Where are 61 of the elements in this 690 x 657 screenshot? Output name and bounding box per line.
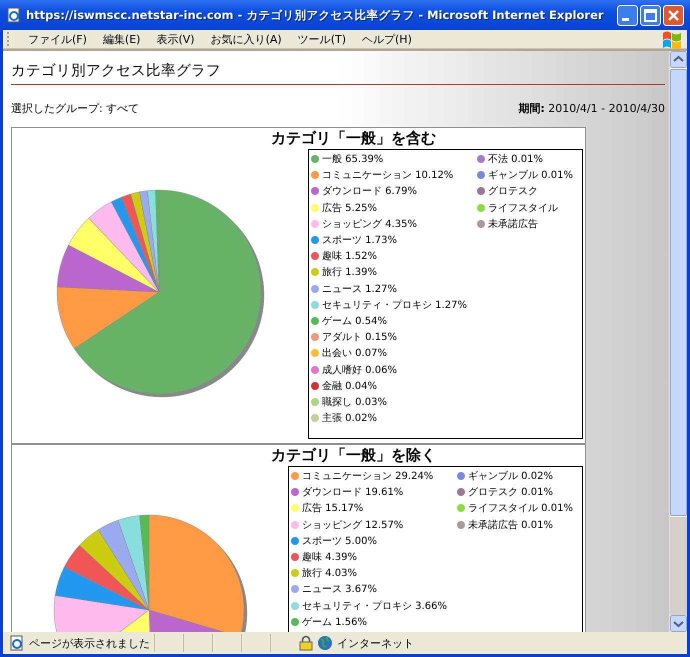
lock-icon xyxy=(299,635,313,651)
globe-icon xyxy=(317,635,333,651)
legend-label: コミュニケーション 10.12% xyxy=(322,169,454,182)
legend-label: グロテスク 0.01% xyxy=(468,486,553,500)
legend-label: 旅行 1.39% xyxy=(322,266,377,280)
legend-label: スポーツ 1.73% xyxy=(322,234,397,248)
page-heading: カテゴリ別アクセス比率グラフ xyxy=(11,62,222,79)
legend-label: ライフスタイル 0.01% xyxy=(468,502,573,516)
group-label: 選択したグループ: すべて xyxy=(11,101,140,115)
legend-label: ショッピング 4.35% xyxy=(322,218,417,231)
legend-label: 広告 15.17% xyxy=(302,502,364,516)
scrollbar[interactable] xyxy=(669,51,687,632)
close-button[interactable] xyxy=(663,4,684,26)
legend-label: ダウンロード 6.79% xyxy=(322,185,417,198)
legend-label: ニュース 1.27% xyxy=(322,282,397,296)
menu-item[interactable]: 表示(V) xyxy=(148,32,203,46)
legend-label: ニュース 3.67% xyxy=(302,583,377,596)
window-title: https://iswmscc.netstar-inc.com - カテゴリ別アクセス比率グラフ - Microsoft Internet Explorer xyxy=(26,8,605,22)
menu-item[interactable]: お気に入り(A) xyxy=(202,32,290,46)
status-text: ページが表示されました xyxy=(29,636,150,650)
legend-label: 未承諾広告 0.01% xyxy=(468,518,553,532)
legend-label: 一般 65.39% xyxy=(322,153,384,166)
maximize-button[interactable] xyxy=(640,4,661,26)
page-icon xyxy=(6,7,22,23)
legend-label: ゲーム 0.54% xyxy=(322,314,387,328)
legend-label: 成人嗜好 0.06% xyxy=(322,364,397,377)
legend-label: ゲーム 1.56% xyxy=(302,616,367,629)
legend-label: アダルト 0.15% xyxy=(322,331,397,344)
chart-title: カテゴリ「一般」を含む xyxy=(270,128,437,149)
legend-label: 広告 5.25% xyxy=(322,202,377,215)
legend-label: セキュリティ・プロキシ 3.66% xyxy=(302,600,447,613)
legend-label: ライフスタイル xyxy=(488,202,558,215)
period-label: 期間: 2010/4/1 - 2010/4/30 xyxy=(518,101,665,115)
chart-title: カテゴリ「一般」を除く xyxy=(270,445,437,466)
legend-label: スポーツ 5.00% xyxy=(302,534,377,548)
menu-item[interactable]: ファイル(F) xyxy=(20,32,95,46)
page-icon xyxy=(9,635,25,651)
legend-label: 主張 0.02% xyxy=(322,412,377,426)
legend-label: 未承諾広告 xyxy=(488,218,538,231)
scrollbar-thumb[interactable] xyxy=(670,69,687,516)
legend-label: 金融 0.04% xyxy=(322,380,377,393)
legend-label: ダウンロード 19.61% xyxy=(302,486,404,500)
legend-label: ギャンブル 0.01% xyxy=(488,168,573,182)
legend-label: コミュニケーション 29.24% xyxy=(302,470,434,484)
menu-item[interactable]: ツール(T) xyxy=(290,32,354,46)
legend-label: セキュリティ・プロキシ 1.27% xyxy=(322,298,467,312)
legend-label: ショッピング 12.57% xyxy=(302,518,404,532)
legend-label: ギャンブル 0.02% xyxy=(468,470,553,484)
menu-item[interactable]: 編集(E) xyxy=(94,32,148,46)
legend-label: 趣味 1.52% xyxy=(322,250,377,264)
security-zone-label: インターネット xyxy=(337,636,414,650)
legend-label: 職探し 0.03% xyxy=(322,396,387,409)
flag-logo-icon xyxy=(661,29,683,49)
legend-label: 出会い 0.07% xyxy=(322,346,387,360)
menu-item[interactable]: ヘルプ(H) xyxy=(354,32,420,46)
minimize-button[interactable] xyxy=(617,4,638,26)
legend-label: 旅行 4.03% xyxy=(302,566,357,580)
legend-label: グロテスク xyxy=(488,185,538,198)
legend-label: 趣味 4.39% xyxy=(302,550,357,564)
legend-label: 不法 0.01% xyxy=(488,152,543,166)
toolbar-grip xyxy=(7,32,12,46)
